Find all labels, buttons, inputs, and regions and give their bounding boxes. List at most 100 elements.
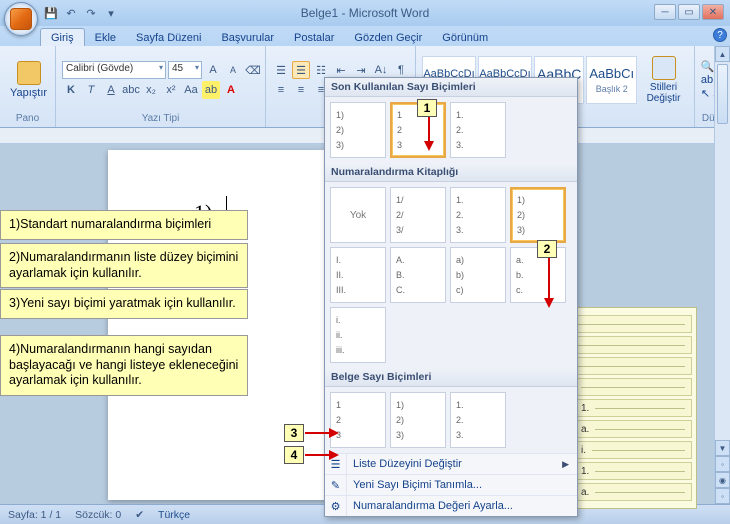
num-format-lib-5[interactable]: A.B.C. (390, 247, 446, 303)
paste-button[interactable]: Yapıştır (6, 59, 51, 101)
callout-1: 1)Standart numaralandırma biçimleri (0, 210, 248, 240)
tab-page-layout[interactable]: Sayfa Düzeni (126, 29, 211, 46)
num-format-doc-2[interactable]: 1)2)3) (390, 392, 446, 448)
gallery-header-recent: Son Kullanılan Sayı Biçimleri (325, 78, 577, 97)
change-case-button[interactable]: Aa (182, 81, 200, 99)
arrow-1 (423, 117, 435, 151)
document-area: 1) Son Kullanılan Sayı Biçimleri 1)2)3) … (0, 144, 730, 506)
marker-1: 1 (417, 99, 437, 117)
num-format-lib-3[interactable]: 1)2)3) (510, 187, 566, 243)
bullets-button[interactable]: ☰ (272, 61, 290, 79)
num-format-lib-4[interactable]: I.II.III. (330, 247, 386, 303)
minimize-button[interactable]: ─ (654, 4, 676, 20)
numbering-button[interactable]: ☰ (292, 61, 310, 79)
status-language[interactable]: Türkçe (158, 509, 190, 521)
num-format-lib-2[interactable]: 1.2.3. (450, 187, 506, 243)
list-item[interactable]: a. (560, 378, 692, 396)
scroll-thumb[interactable] (717, 64, 728, 124)
group-clipboard-label: Pano (6, 112, 49, 125)
num-format-lib-6[interactable]: a)b)c) (450, 247, 506, 303)
subscript-button[interactable]: x₂ (142, 81, 160, 99)
highlight-button[interactable]: ab (202, 81, 220, 99)
status-page[interactable]: Sayfa: 1 / 1 (8, 509, 61, 521)
change-styles-icon (652, 56, 676, 80)
num-format-recent-1[interactable]: 1)2)3) (330, 102, 386, 158)
new-format-icon: ✎ (331, 479, 340, 492)
menu-define-new-format[interactable]: ✎ Yeni Sayı Biçimi Tanımla... (325, 474, 577, 495)
tab-view[interactable]: Görünüm (432, 29, 498, 46)
close-button[interactable]: ✕ (702, 4, 724, 20)
list-item[interactable]: 1. (574, 462, 692, 480)
scroll-up-button[interactable]: ▲ (715, 46, 730, 62)
marker-2: 2 (537, 240, 557, 258)
status-words[interactable]: Sözcük: 0 (75, 509, 121, 521)
num-format-lib-8[interactable]: i.ii.iii. (330, 307, 386, 363)
menu-set-numbering-value[interactable]: ⚙ Numaralandırma Değeri Ayarla... (325, 495, 577, 516)
strike-button[interactable]: abc (122, 81, 140, 99)
save-icon[interactable]: 💾 (44, 6, 58, 20)
marker-4: 4 (284, 446, 304, 464)
tab-references[interactable]: Başvurular (211, 29, 284, 46)
tab-mailings[interactable]: Postalar (284, 29, 344, 46)
tab-insert[interactable]: Ekle (85, 29, 126, 46)
list-item[interactable]: i. (574, 441, 692, 459)
list-item[interactable]: i. (560, 357, 692, 375)
align-center-button[interactable]: ≡ (292, 81, 310, 99)
callout-3: 3)Yeni sayı biçimi yaratmak için kullanı… (0, 289, 248, 319)
group-font-label: Yazı Tipi (62, 112, 259, 125)
num-format-lib-1[interactable]: 1/2/3/ (390, 187, 446, 243)
numbering-gallery: Son Kullanılan Sayı Biçimleri 1)2)3) 123… (324, 77, 578, 517)
arrow-2 (543, 258, 555, 308)
font-color-button[interactable]: A (222, 81, 240, 99)
gallery-header-doc: Belge Sayı Biçimleri (325, 368, 577, 387)
clear-format-button[interactable]: ⌫ (244, 61, 262, 79)
arrow-4 (305, 449, 339, 461)
num-format-recent-3[interactable]: 1.2.3. (450, 102, 506, 158)
select-icon: ↖ (701, 87, 710, 100)
align-left-button[interactable]: ≡ (272, 81, 290, 99)
arrow-3 (305, 427, 339, 439)
marker-3: 3 (284, 424, 304, 442)
replace-icon: ab (701, 74, 713, 86)
tab-home[interactable]: Giriş (40, 28, 85, 46)
list-item[interactable]: a. (574, 483, 692, 501)
title-bar: 💾 ↶ ↷ ▾ Belge1 - Microsoft Word ─ ▭ ✕ (0, 0, 730, 26)
superscript-button[interactable]: x² (162, 81, 180, 99)
redo-icon[interactable]: ↷ (84, 6, 98, 20)
list-item[interactable]: a. (574, 420, 692, 438)
list-item[interactable]: 1. (574, 399, 692, 417)
help-button[interactable]: ? (713, 28, 727, 42)
num-format-none[interactable]: Yok (330, 187, 386, 243)
num-format-doc-1[interactable]: 123 (330, 392, 386, 448)
style-heading2[interactable]: AaBbCıBaşlık 2 (586, 56, 637, 104)
office-button[interactable] (4, 2, 38, 36)
tab-review[interactable]: Gözden Geçir (344, 29, 432, 46)
paste-icon (17, 61, 41, 85)
quick-access-toolbar: 💾 ↶ ↷ ▾ (44, 4, 118, 22)
undo-icon[interactable]: ↶ (64, 6, 78, 20)
underline-button[interactable]: A (102, 81, 120, 99)
italic-button[interactable]: T (82, 81, 100, 99)
menu-change-list-level[interactable]: ☰ Liste Düzeyini Değiştir▶ (325, 453, 577, 474)
num-format-doc-3[interactable]: 1.2.3. (450, 392, 506, 448)
set-value-icon: ⚙ (331, 500, 341, 513)
grow-font-button[interactable]: A (204, 61, 222, 79)
window-title: Belge1 - Microsoft Word (301, 6, 430, 20)
callout-2: 2)Numaralandırmanın liste düzey biçimini… (0, 243, 248, 288)
qat-dropdown-icon[interactable]: ▾ (104, 6, 118, 20)
font-size-combo[interactable]: 45 (168, 61, 202, 79)
vertical-scrollbar[interactable]: ▲ ▼ ◦ ◉ ◦ (714, 46, 730, 504)
browse-object-button[interactable]: ◉ (715, 472, 730, 488)
bold-button[interactable]: K (62, 81, 80, 99)
ribbon-tabs: Giriş Ekle Sayfa Düzeni Başvurular Posta… (0, 26, 730, 46)
font-name-combo[interactable]: Calibri (Gövde) (62, 61, 166, 79)
next-page-button[interactable]: ◦ (715, 488, 730, 504)
callout-4: 4)Numaralandırmanın hangi sayıdan başlay… (0, 335, 248, 396)
maximize-button[interactable]: ▭ (678, 4, 700, 20)
prev-page-button[interactable]: ◦ (715, 456, 730, 472)
scroll-down-button[interactable]: ▼ (715, 440, 730, 456)
shrink-font-button[interactable]: A (224, 61, 242, 79)
gallery-header-library: Numaralandırma Kitaplığı (325, 163, 577, 182)
change-styles-button[interactable]: Stilleri Değiştir (639, 54, 688, 106)
status-proof-icon[interactable]: ✔ (135, 509, 144, 521)
